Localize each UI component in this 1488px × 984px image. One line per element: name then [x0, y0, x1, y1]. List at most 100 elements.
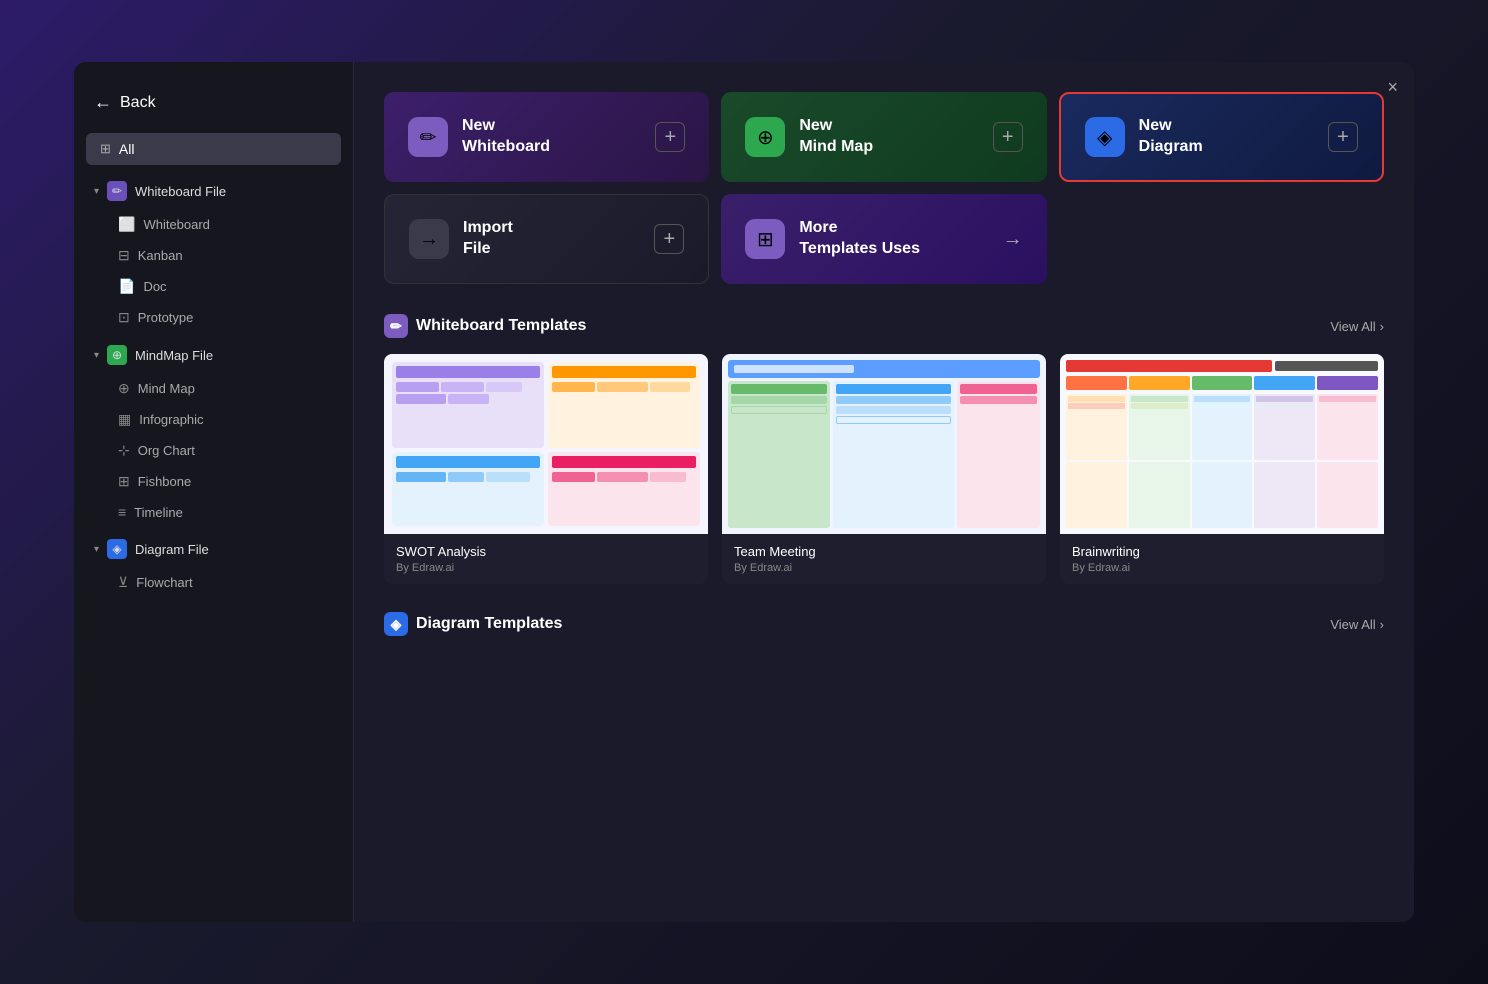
brain-author: By Edraw.ai	[1072, 562, 1372, 574]
diagram-card-icon: ◈	[1085, 117, 1125, 157]
sidebar-section-diagram-header[interactable]: ▾ ◈ Diagram File	[74, 531, 353, 567]
doc-icon: 📄	[118, 278, 135, 295]
whiteboard-label: Whiteboard	[143, 217, 209, 232]
doc-label: Doc	[143, 279, 166, 294]
back-button[interactable]: ← Back	[74, 82, 353, 133]
mindmap-label: Mind Map	[138, 381, 195, 396]
sidebar-section-mindmap-header[interactable]: ▾ ⊕ MindMap File	[74, 337, 353, 373]
all-label: All	[119, 141, 135, 157]
kanban-label: Kanban	[138, 248, 183, 263]
diagram-view-all-label: View All	[1330, 617, 1375, 632]
mindmap-section-icon: ⊕	[107, 345, 127, 365]
team-meeting-thumbnail	[722, 354, 1046, 534]
team-meeting-card[interactable]: Team Meeting By Edraw.ai	[722, 354, 1046, 584]
prototype-icon: ⊡	[118, 309, 130, 326]
sidebar-section-whiteboard-header[interactable]: ▾ ✏ Whiteboard File	[74, 173, 353, 209]
prototype-label: Prototype	[138, 310, 194, 325]
grid-icon: ⊞	[100, 141, 111, 157]
flowchart-label: Flowchart	[136, 575, 192, 590]
more-templates-card[interactable]: ⊞ MoreTemplates Uses →	[721, 194, 1046, 284]
brainwriting-thumbnail	[1060, 354, 1384, 534]
swot-template-card[interactable]: SWOT Analysis By Edraw.ai	[384, 354, 708, 584]
brain-name: Brainwriting	[1072, 544, 1372, 559]
main-content: × ✏ NewWhiteboard + ⊕ NewMind Map +	[354, 62, 1414, 922]
card-left: ✏ NewWhiteboard	[408, 116, 550, 158]
wb-section-icon: ✏	[384, 314, 408, 338]
diagram-add-icon[interactable]: +	[1328, 122, 1358, 152]
swot-thumbnail	[384, 354, 708, 534]
diagram-view-all[interactable]: View All ›	[1330, 617, 1384, 632]
infographic-label: Infographic	[139, 412, 203, 427]
whiteboard-section-label: Whiteboard File	[135, 184, 226, 199]
view-all-label: View All	[1330, 319, 1375, 334]
sidebar-item-mindmap[interactable]: ⊕ Mind Map	[74, 373, 353, 404]
team-name: Team Meeting	[734, 544, 1034, 559]
back-arrow-icon: ←	[94, 92, 112, 113]
mindmap-add-icon[interactable]: +	[993, 122, 1023, 152]
fishbone-label: Fishbone	[138, 474, 191, 489]
whiteboard-section-icon: ✏	[107, 181, 127, 201]
whiteboard-add-icon[interactable]: +	[655, 122, 685, 152]
chevron-icon: ▾	[94, 186, 99, 197]
whiteboard-card-title: NewWhiteboard	[462, 116, 550, 158]
orgchart-label: Org Chart	[138, 443, 195, 458]
wb-section-label: Whiteboard Templates	[416, 317, 586, 335]
diagram-view-all-chevron: ›	[1380, 617, 1384, 632]
close-button[interactable]: ×	[1387, 78, 1398, 96]
whiteboard-section-title: ✏ Whiteboard Templates	[384, 314, 586, 338]
back-label: Back	[120, 94, 156, 112]
sidebar-item-all[interactable]: ⊞ All	[86, 133, 341, 165]
action-cards-grid: ✏ NewWhiteboard + ⊕ NewMind Map + ◈ NewD…	[384, 92, 1384, 284]
fishbone-icon: ⊞	[118, 473, 130, 490]
brain-info: Brainwriting By Edraw.ai	[1060, 534, 1384, 584]
timeline-icon: ≡	[118, 504, 126, 520]
sidebar-item-doc[interactable]: 📄 Doc	[74, 271, 353, 302]
mindmap-card-title: NewMind Map	[799, 116, 873, 158]
whiteboard-icon: ⬜	[118, 216, 135, 233]
swot-info: SWOT Analysis By Edraw.ai	[384, 534, 708, 584]
chevron-icon-2: ▾	[94, 350, 99, 361]
team-info: Team Meeting By Edraw.ai	[722, 534, 1046, 584]
whiteboard-view-all[interactable]: View All ›	[1330, 319, 1384, 334]
sidebar-item-prototype[interactable]: ⊡ Prototype	[74, 302, 353, 333]
sidebar-item-flowchart[interactable]: ⊻ Flowchart	[74, 567, 353, 598]
sidebar-section-mindmap: ▾ ⊕ MindMap File ⊕ Mind Map ▦ Infographi…	[74, 337, 353, 527]
new-mindmap-card[interactable]: ⊕ NewMind Map +	[721, 92, 1046, 182]
sidebar-item-whiteboard[interactable]: ⬜ Whiteboard	[74, 209, 353, 240]
app-window: ← Back ⊞ All ▾ ✏ Whiteboard File ⬜ White…	[74, 62, 1414, 922]
sidebar-item-infographic[interactable]: ▦ Infographic	[74, 404, 353, 435]
sidebar-item-timeline[interactable]: ≡ Timeline	[74, 497, 353, 527]
card-left-mindmap: ⊕ NewMind Map	[745, 116, 873, 158]
swot-author: By Edraw.ai	[396, 562, 696, 574]
diagram-section-icon: ◈	[107, 539, 127, 559]
mindmap-card-icon: ⊕	[745, 117, 785, 157]
sidebar-section-whiteboard: ▾ ✏ Whiteboard File ⬜ Whiteboard ⊟ Kanba…	[74, 173, 353, 333]
flowchart-icon: ⊻	[118, 574, 128, 591]
whiteboard-template-cards: SWOT Analysis By Edraw.ai	[384, 354, 1384, 584]
orgchart-icon: ⊹	[118, 442, 130, 459]
whiteboard-card-icon: ✏	[408, 117, 448, 157]
new-whiteboard-card[interactable]: ✏ NewWhiteboard +	[384, 92, 709, 182]
sidebar: ← Back ⊞ All ▾ ✏ Whiteboard File ⬜ White…	[74, 62, 354, 922]
timeline-label: Timeline	[134, 505, 183, 520]
kanban-icon: ⊟	[118, 247, 130, 264]
sidebar-item-orgchart[interactable]: ⊹ Org Chart	[74, 435, 353, 466]
diagram-templates-header: ◈ Diagram Templates View All ›	[384, 612, 1384, 636]
import-card-icon: →	[409, 219, 449, 259]
import-card-title: ImportFile	[463, 218, 513, 260]
card-left-diagram: ◈ NewDiagram	[1085, 116, 1203, 158]
mindmap-section-label: MindMap File	[135, 348, 213, 363]
import-file-card[interactable]: → ImportFile +	[384, 194, 709, 284]
sidebar-item-fishbone[interactable]: ⊞ Fishbone	[74, 466, 353, 497]
chevron-icon-3: ▾	[94, 544, 99, 555]
sidebar-item-kanban[interactable]: ⊟ Kanban	[74, 240, 353, 271]
import-add-icon[interactable]: +	[654, 224, 684, 254]
whiteboard-templates-header: ✏ Whiteboard Templates View All ›	[384, 314, 1384, 338]
swot-name: SWOT Analysis	[396, 544, 696, 559]
diag-section-icon: ◈	[384, 612, 408, 636]
templates-card-title: MoreTemplates Uses	[799, 218, 920, 260]
new-diagram-card[interactable]: ◈ NewDiagram +	[1059, 92, 1384, 182]
templates-arrow-icon: →	[1003, 228, 1023, 251]
diagram-card-title: NewDiagram	[1139, 116, 1203, 158]
brainwriting-card[interactable]: Brainwriting By Edraw.ai	[1060, 354, 1384, 584]
